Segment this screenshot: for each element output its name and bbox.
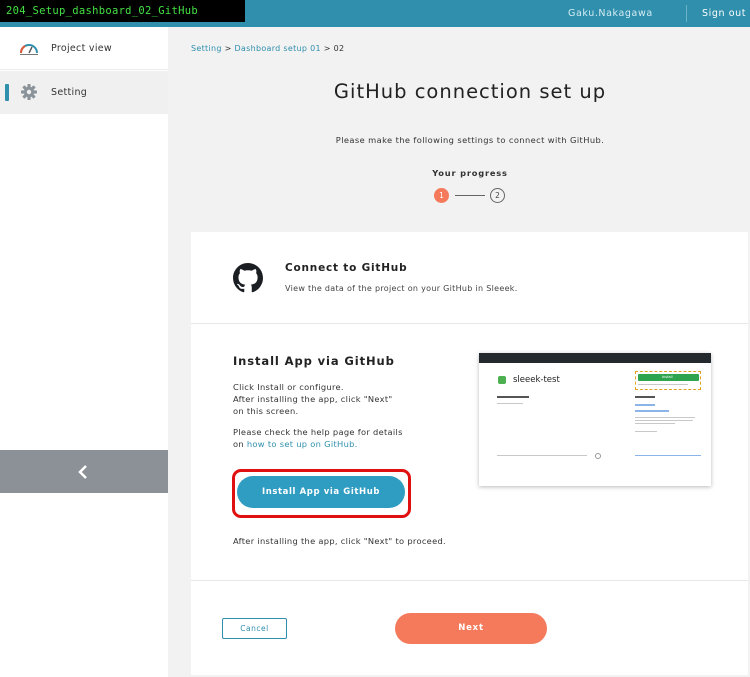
sidebar: Project view Setting — [0, 27, 168, 677]
preview-repo-name: sleeek-test — [513, 375, 560, 385]
preview-line — [635, 431, 657, 432]
active-indicator — [5, 84, 9, 101]
sidebar-item-label: Setting — [51, 87, 88, 98]
breadcrumb-dashboard-setup-01[interactable]: Dashboard setup 01 — [234, 44, 320, 53]
setup-card: Connect to GitHub View the data of the p… — [191, 232, 748, 675]
progress-label: Your progress — [432, 168, 508, 178]
preview-install-button: Install — [638, 374, 699, 381]
sidebar-item-label: Project view — [51, 42, 112, 54]
help-desc-line: on how to set up on GitHub. — [233, 438, 433, 450]
sidebar-item-setting[interactable]: Setting — [0, 71, 168, 114]
window-title: 204_Setup_dashboard_02_GitHub — [0, 0, 245, 22]
section-divider — [191, 323, 748, 324]
gear-icon — [21, 84, 37, 100]
progress-step-2: 2 — [490, 188, 505, 203]
preview-top-bar — [479, 353, 711, 363]
breadcrumb-current: 02 — [333, 44, 345, 53]
help-desc-line: Please check the help page for details — [233, 427, 403, 437]
connect-subtitle: View the data of the project on your Git… — [285, 284, 518, 293]
sidebar-collapse-button[interactable] — [0, 450, 168, 493]
top-bar: 204_Setup_dashboard_02_GitHub Gaku.Nakag… — [0, 0, 750, 27]
sign-out-link[interactable]: Sign out — [702, 0, 746, 27]
preview-line — [497, 455, 587, 456]
connect-title: Connect to GitHub — [285, 262, 408, 274]
preview-github-mark — [595, 453, 601, 459]
breadcrumb-setting[interactable]: Setting — [191, 44, 222, 53]
preview-line — [635, 396, 655, 398]
after-install-note: After installing the app, click "Next" t… — [233, 536, 446, 546]
instruction-text: Please make the following settings to co… — [335, 135, 605, 145]
breadcrumb-separator: > — [323, 44, 331, 53]
github-icon — [233, 263, 263, 293]
install-title: Install App via GitHub — [233, 354, 395, 368]
footer-divider — [191, 580, 748, 581]
preview-line — [635, 410, 669, 412]
install-desc-line: Click Install or configure. — [233, 382, 344, 392]
page-title: GitHub connection set up — [333, 80, 607, 103]
preview-line — [638, 384, 688, 385]
next-button[interactable]: Next — [395, 613, 547, 644]
breadcrumb: Setting > Dashboard setup 01 > 02 — [191, 44, 344, 53]
preview-line — [635, 417, 695, 418]
sidebar-item-project-view[interactable]: Project view — [0, 27, 168, 70]
preview-line — [497, 396, 529, 398]
preview-line — [635, 455, 701, 456]
preview-line — [635, 404, 655, 406]
install-desc-line: After installing the app, click "Next" — [233, 394, 393, 404]
app-icon — [498, 376, 506, 384]
help-on-text: on — [233, 439, 244, 449]
install-app-button[interactable]: Install App via GitHub — [237, 476, 405, 508]
progress-connector — [455, 195, 485, 196]
preview-install-label: Install — [662, 375, 673, 379]
chevron-left-icon — [78, 465, 87, 479]
install-desc-line: on this screen. — [233, 406, 299, 416]
help-link[interactable]: how to set up on GitHub. — [247, 439, 358, 449]
preview-line — [497, 403, 523, 404]
install-description: Click Install or configure. After instal… — [233, 381, 433, 417]
breadcrumb-separator: > — [224, 44, 232, 53]
preview-line — [635, 423, 675, 424]
github-preview-image: sleeek-test Install — [479, 353, 711, 486]
gauge-icon — [19, 44, 38, 55]
user-name[interactable]: Gaku.Nakagawa — [568, 0, 653, 27]
header-divider — [686, 5, 687, 22]
preview-line — [635, 420, 693, 421]
help-description: Please check the help page for details o… — [233, 426, 433, 450]
progress-step-1: 1 — [434, 188, 449, 203]
cancel-button[interactable]: Cancel — [222, 618, 287, 639]
